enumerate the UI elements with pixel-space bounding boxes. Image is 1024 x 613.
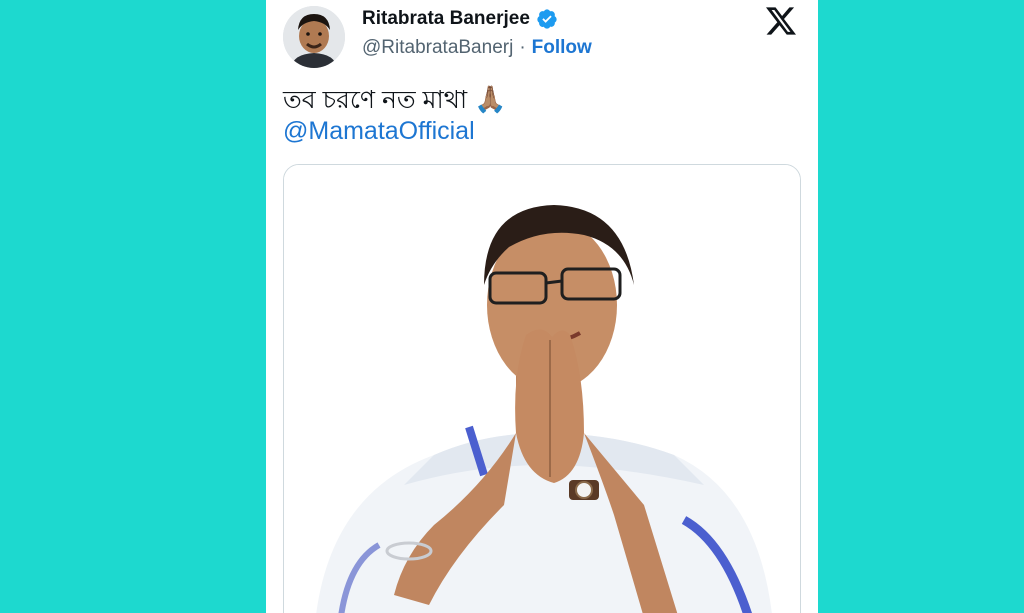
verified-badge-icon [537,9,557,29]
mention-link[interactable]: @MamataOfficial [283,116,507,147]
author-handle-row: @RitabrataBanerj · Follow [362,37,592,59]
follow-button[interactable]: Follow [532,37,592,59]
x-logo-icon[interactable] [764,6,798,36]
author-avatar[interactable] [283,6,345,68]
author-display-name[interactable]: Ritabrata Banerjee [362,8,530,30]
tweet-photo [284,165,800,613]
tweet-media[interactable] [283,164,801,613]
tweet-card: Ritabrata Banerjee @RitabrataBanerj · Fo… [266,0,818,613]
handle-separator: · [519,37,526,58]
tweet-body: তব চরণে নত মাথা [283,86,468,114]
tweet-text: তব চরণে নত মাথা 🙏🏽 @MamataOfficial [283,84,507,147]
avatar-image [283,6,345,68]
author-name-row: Ritabrata Banerjee [362,8,558,30]
author-handle[interactable]: @RitabrataBanerj [362,37,513,59]
folded-hands-icon: 🙏🏽 [474,84,507,114]
